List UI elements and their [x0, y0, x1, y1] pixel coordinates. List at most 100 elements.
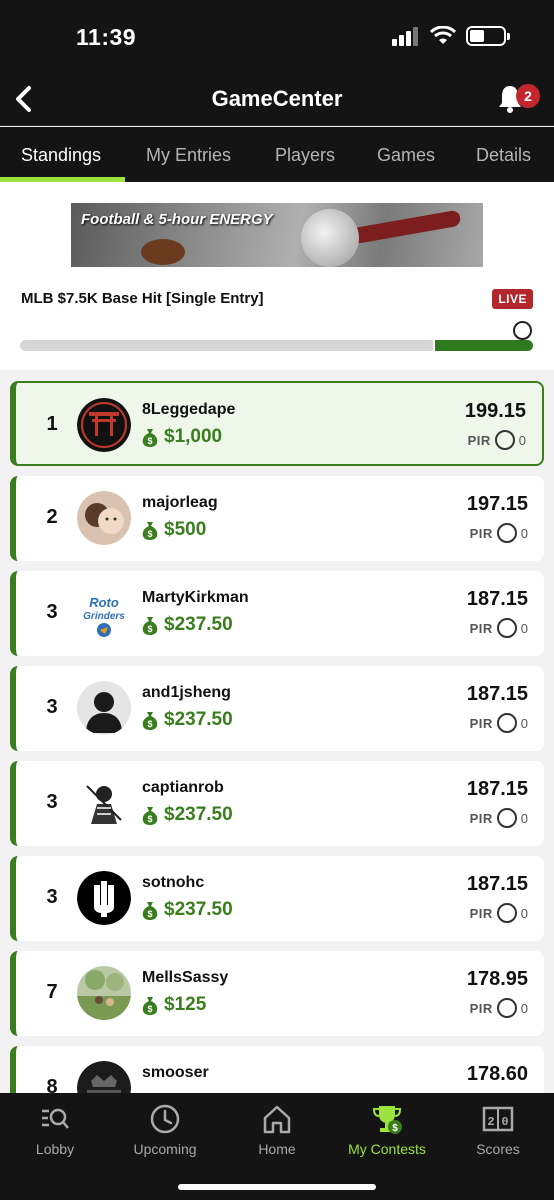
pir-value: 0 [520, 620, 528, 636]
rank: 3 [46, 601, 58, 623]
tab-games[interactable]: Games [377, 145, 435, 166]
status-bar: 11:39 [0, 0, 554, 72]
score: 187.15 [466, 778, 528, 800]
nav-scores[interactable]: 2 0 Scores [443, 1103, 553, 1157]
svg-text:$: $ [392, 1123, 398, 1134]
score: 199.15 [464, 400, 526, 422]
svg-text:2: 2 [487, 1115, 494, 1129]
prize: $ $237.50 [142, 804, 233, 826]
tab-details[interactable]: Details [476, 145, 531, 166]
prize: $ $125 [142, 994, 206, 1016]
score: 197.15 [466, 493, 528, 515]
standings-list[interactable]: 1 8Leggedape $ $1,000 199.15 PIR 0 2 maj… [0, 370, 554, 1093]
avatar [77, 681, 131, 735]
tab-my-entries[interactable]: My Entries [146, 145, 231, 166]
prize-amount: $500 [164, 519, 207, 540]
standings-row[interactable]: 8 smooser 178.60 [10, 1046, 544, 1093]
cellular-signal-icon [392, 27, 418, 46]
svg-text:$: $ [147, 624, 152, 634]
standings-row[interactable]: 2 majorleag $ $500 197.15 PIR 0 [10, 476, 544, 561]
nav-label: Scores [476, 1141, 520, 1157]
pir-value: 0 [520, 715, 528, 731]
rank: 3 [46, 886, 58, 908]
username: captianrob [142, 779, 224, 796]
home-icon [263, 1105, 291, 1134]
standings-row[interactable]: 1 8Leggedape $ $1,000 199.15 PIR 0 [10, 381, 544, 466]
username: MartyKirkman [142, 589, 249, 606]
progress-marker [513, 321, 532, 340]
avatar [77, 491, 131, 545]
score: 187.15 [466, 683, 528, 705]
nav-label: Home [258, 1141, 296, 1157]
prize-amount: $125 [164, 994, 207, 1015]
prize: $ $237.50 [142, 614, 233, 636]
football-graphic [141, 239, 185, 265]
pir-label: PIR [469, 905, 493, 921]
banner-text: Football & 5-hour ENERGY [81, 211, 273, 228]
pir-label: PIR [467, 432, 491, 448]
standings-row[interactable]: 3 and1jsheng $ $237.50 187.15 PIR 0 [10, 666, 544, 751]
rank: 2 [46, 506, 58, 528]
username: MellsSassy [142, 969, 229, 986]
trophy-icon: $ [372, 1106, 402, 1134]
clock-icon [150, 1104, 180, 1134]
standings-row[interactable]: 3 sotnohc $ $237.50 187.15 PIR 0 [10, 856, 544, 941]
pir-value: 0 [520, 1000, 528, 1016]
svg-text:$: $ [147, 1004, 152, 1014]
pir-label: PIR [469, 525, 493, 541]
standings-row[interactable]: 3 Roto Grinders MartyKirkman $ $237.50 1… [10, 571, 544, 656]
nav-my-contests[interactable]: $ My Contests [332, 1103, 442, 1157]
avatar [77, 871, 131, 925]
tab-players[interactable]: Players [275, 145, 335, 166]
prize: $ $500 [142, 519, 206, 541]
nav-label: My Contests [348, 1141, 426, 1157]
money-bag-icon: $ [142, 997, 158, 1015]
nav-label: Lobby [35, 1141, 75, 1157]
tab-standings[interactable]: Standings [21, 145, 101, 166]
money-bag-icon: $ [142, 807, 158, 825]
player-arm-graphic [350, 209, 462, 245]
svg-text:Grinders: Grinders [83, 611, 125, 622]
nav-label: Upcoming [133, 1141, 197, 1157]
svg-text:$: $ [147, 909, 152, 919]
score: 178.95 [466, 968, 528, 990]
status-time: 11:39 [76, 24, 137, 50]
prize: $ $237.50 [142, 899, 233, 921]
nav-home[interactable]: Home [222, 1103, 332, 1157]
money-bag-icon: $ [142, 902, 158, 920]
nav-upcoming[interactable]: Upcoming [110, 1103, 220, 1157]
prize-amount: $237.50 [164, 709, 233, 730]
pir-label: PIR [469, 810, 493, 826]
standings-row[interactable]: 7 MellsSassy $ $125 178.95 PIR 0 [10, 951, 544, 1036]
avatar: Roto Grinders [77, 586, 131, 640]
rank: 3 [46, 696, 58, 718]
status-icons [392, 26, 510, 46]
pir-value: 0 [520, 810, 528, 826]
username: and1jsheng [142, 684, 231, 701]
scoreboard-icon: 2 0 [482, 1106, 514, 1132]
pir-progress-icon [496, 808, 517, 828]
notification-badge: 2 [516, 84, 540, 108]
prize: $ $1,000 [142, 426, 222, 448]
pir: PIR 0 [470, 523, 528, 543]
score: 187.15 [466, 873, 528, 895]
standings-row[interactable]: 3 captianrob $ $237.50 187.15 PIR 0 [10, 761, 544, 846]
username: sotnohc [142, 874, 205, 891]
username: majorleag [142, 494, 218, 511]
money-bag-icon: $ [142, 712, 158, 730]
nav-lobby[interactable]: Lobby [0, 1103, 110, 1157]
money-bag-icon: $ [142, 617, 158, 635]
money-bag-icon: $ [142, 429, 158, 447]
prize-amount: $237.50 [164, 899, 233, 920]
live-badge: LIVE [492, 289, 533, 309]
avatar [77, 1061, 131, 1093]
wifi-icon [430, 26, 456, 44]
username: smooser [142, 1064, 209, 1081]
svg-text:$: $ [147, 529, 152, 539]
tab-bar: Standings My Entries Players Games Detai… [0, 127, 554, 182]
pir: PIR 0 [470, 618, 528, 638]
money-bag-icon: $ [142, 522, 158, 540]
ad-banner[interactable]: Football & 5-hour ENERGY [71, 203, 483, 267]
contest-panel: Football & 5-hour ENERGY MLB $7.5K Base … [0, 182, 554, 370]
rank: 8 [46, 1076, 58, 1093]
